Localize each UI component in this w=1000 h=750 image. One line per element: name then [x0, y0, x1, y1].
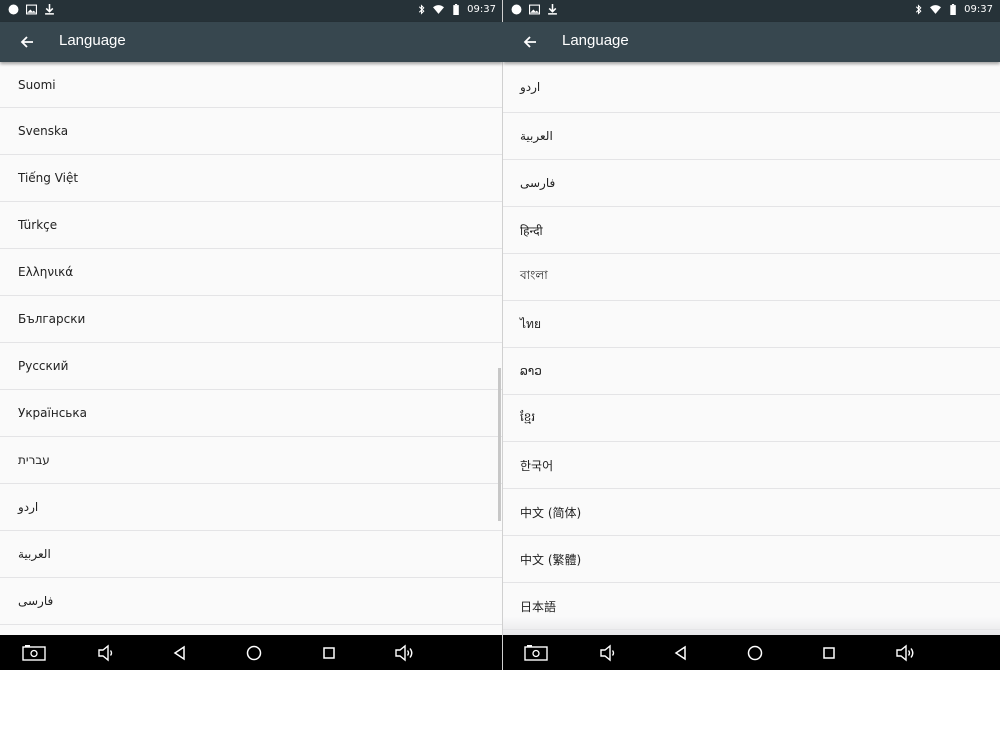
language-item[interactable]: हिन्दी — [503, 207, 1000, 254]
language-item[interactable]: Tiếng Việt — [0, 155, 503, 202]
language-list: اردو العربية فارسی हिन्दी বাংলা ไทย ລາວ … — [503, 62, 1000, 630]
language-item[interactable]: فارسی — [503, 160, 1000, 207]
nav-back-button[interactable] — [668, 642, 694, 664]
language-item[interactable]: Русский — [0, 343, 503, 390]
language-item[interactable]: Українська — [0, 390, 503, 437]
volume-up-icon — [395, 644, 413, 662]
bluetooth-icon — [916, 4, 922, 15]
language-item[interactable]: 한국어 — [503, 442, 1000, 489]
arrow-left-icon — [523, 36, 536, 48]
nav-recents-button[interactable] — [816, 642, 842, 664]
circle-icon — [8, 4, 19, 15]
wifi-icon — [433, 5, 445, 14]
battery-icon — [453, 4, 459, 15]
screenshot-button[interactable] — [21, 642, 47, 664]
status-time: 09:37 — [964, 4, 993, 15]
back-icon — [173, 645, 185, 661]
language-item[interactable]: العربية — [0, 531, 503, 578]
volume-down-icon — [98, 644, 113, 662]
language-item[interactable]: ລາວ — [503, 348, 1000, 395]
volume-down-icon — [600, 644, 615, 662]
language-item[interactable]: Ελληνικά — [0, 249, 503, 296]
left-screen: 09:37 Language Suomi Svenska Tiếng Việt … — [0, 0, 503, 670]
right-screen: 09:37 Language اردو العربية فارسی हिन्दी… — [503, 0, 1000, 670]
language-item[interactable]: Svenska — [0, 108, 503, 155]
status-bar: 09:37 — [0, 0, 503, 22]
page-title: Language — [59, 32, 126, 49]
volume-down-button[interactable] — [93, 642, 119, 664]
page-title: Language — [562, 32, 629, 49]
screenshot-icon — [22, 645, 46, 661]
nav-home-button[interactable] — [241, 642, 267, 664]
wifi-icon — [930, 5, 942, 14]
home-icon — [747, 645, 763, 661]
nav-home-button[interactable] — [742, 642, 768, 664]
language-item[interactable]: ខ្មែរ — [503, 395, 1000, 442]
recents-icon — [823, 647, 835, 659]
volume-up-button[interactable] — [892, 642, 918, 664]
app-bar: Language — [0, 22, 503, 62]
language-list: Suomi Svenska Tiếng Việt Türkçe Ελληνικά… — [0, 62, 503, 625]
language-item[interactable]: עברית — [0, 437, 503, 484]
arrow-left-icon — [20, 36, 33, 48]
circle-icon — [511, 4, 522, 15]
nav-recents-button[interactable] — [316, 642, 342, 664]
navigation-bar — [503, 635, 1000, 670]
language-item[interactable]: বাংলা — [503, 254, 1000, 301]
language-item[interactable]: 中文 (繁體) — [503, 536, 1000, 583]
back-arrow-button[interactable] — [14, 30, 40, 54]
recents-icon — [323, 647, 335, 659]
image-icon — [26, 4, 37, 15]
home-icon — [246, 645, 262, 661]
scrollbar-thumb[interactable] — [498, 368, 501, 521]
image-icon — [529, 4, 540, 15]
overscroll-glow — [503, 617, 1000, 635]
status-time: 09:37 — [467, 4, 496, 15]
language-item[interactable]: Suomi — [0, 62, 503, 108]
volume-up-button[interactable] — [391, 642, 417, 664]
language-item[interactable]: اردو — [503, 62, 1000, 113]
volume-up-icon — [896, 644, 914, 662]
language-item[interactable]: 中文 (简体) — [503, 489, 1000, 536]
download-icon — [45, 4, 54, 15]
battery-icon — [950, 4, 956, 15]
navigation-bar — [0, 635, 503, 670]
screenshot-icon — [524, 645, 548, 661]
nav-back-button[interactable] — [167, 642, 193, 664]
status-bar: 09:37 — [503, 0, 1000, 22]
volume-down-button[interactable] — [595, 642, 621, 664]
back-arrow-button[interactable] — [517, 30, 543, 54]
language-item[interactable]: ไทย — [503, 301, 1000, 348]
language-item[interactable]: Български — [0, 296, 503, 343]
back-icon — [674, 645, 686, 661]
language-item[interactable]: اردو — [0, 484, 503, 531]
screenshot-button[interactable] — [523, 642, 549, 664]
bluetooth-icon — [419, 4, 425, 15]
download-icon — [548, 4, 557, 15]
language-item[interactable]: Türkçe — [0, 202, 503, 249]
language-item[interactable]: العربية — [503, 113, 1000, 160]
app-bar: Language — [503, 22, 1000, 62]
language-item[interactable]: فارسی — [0, 578, 503, 625]
